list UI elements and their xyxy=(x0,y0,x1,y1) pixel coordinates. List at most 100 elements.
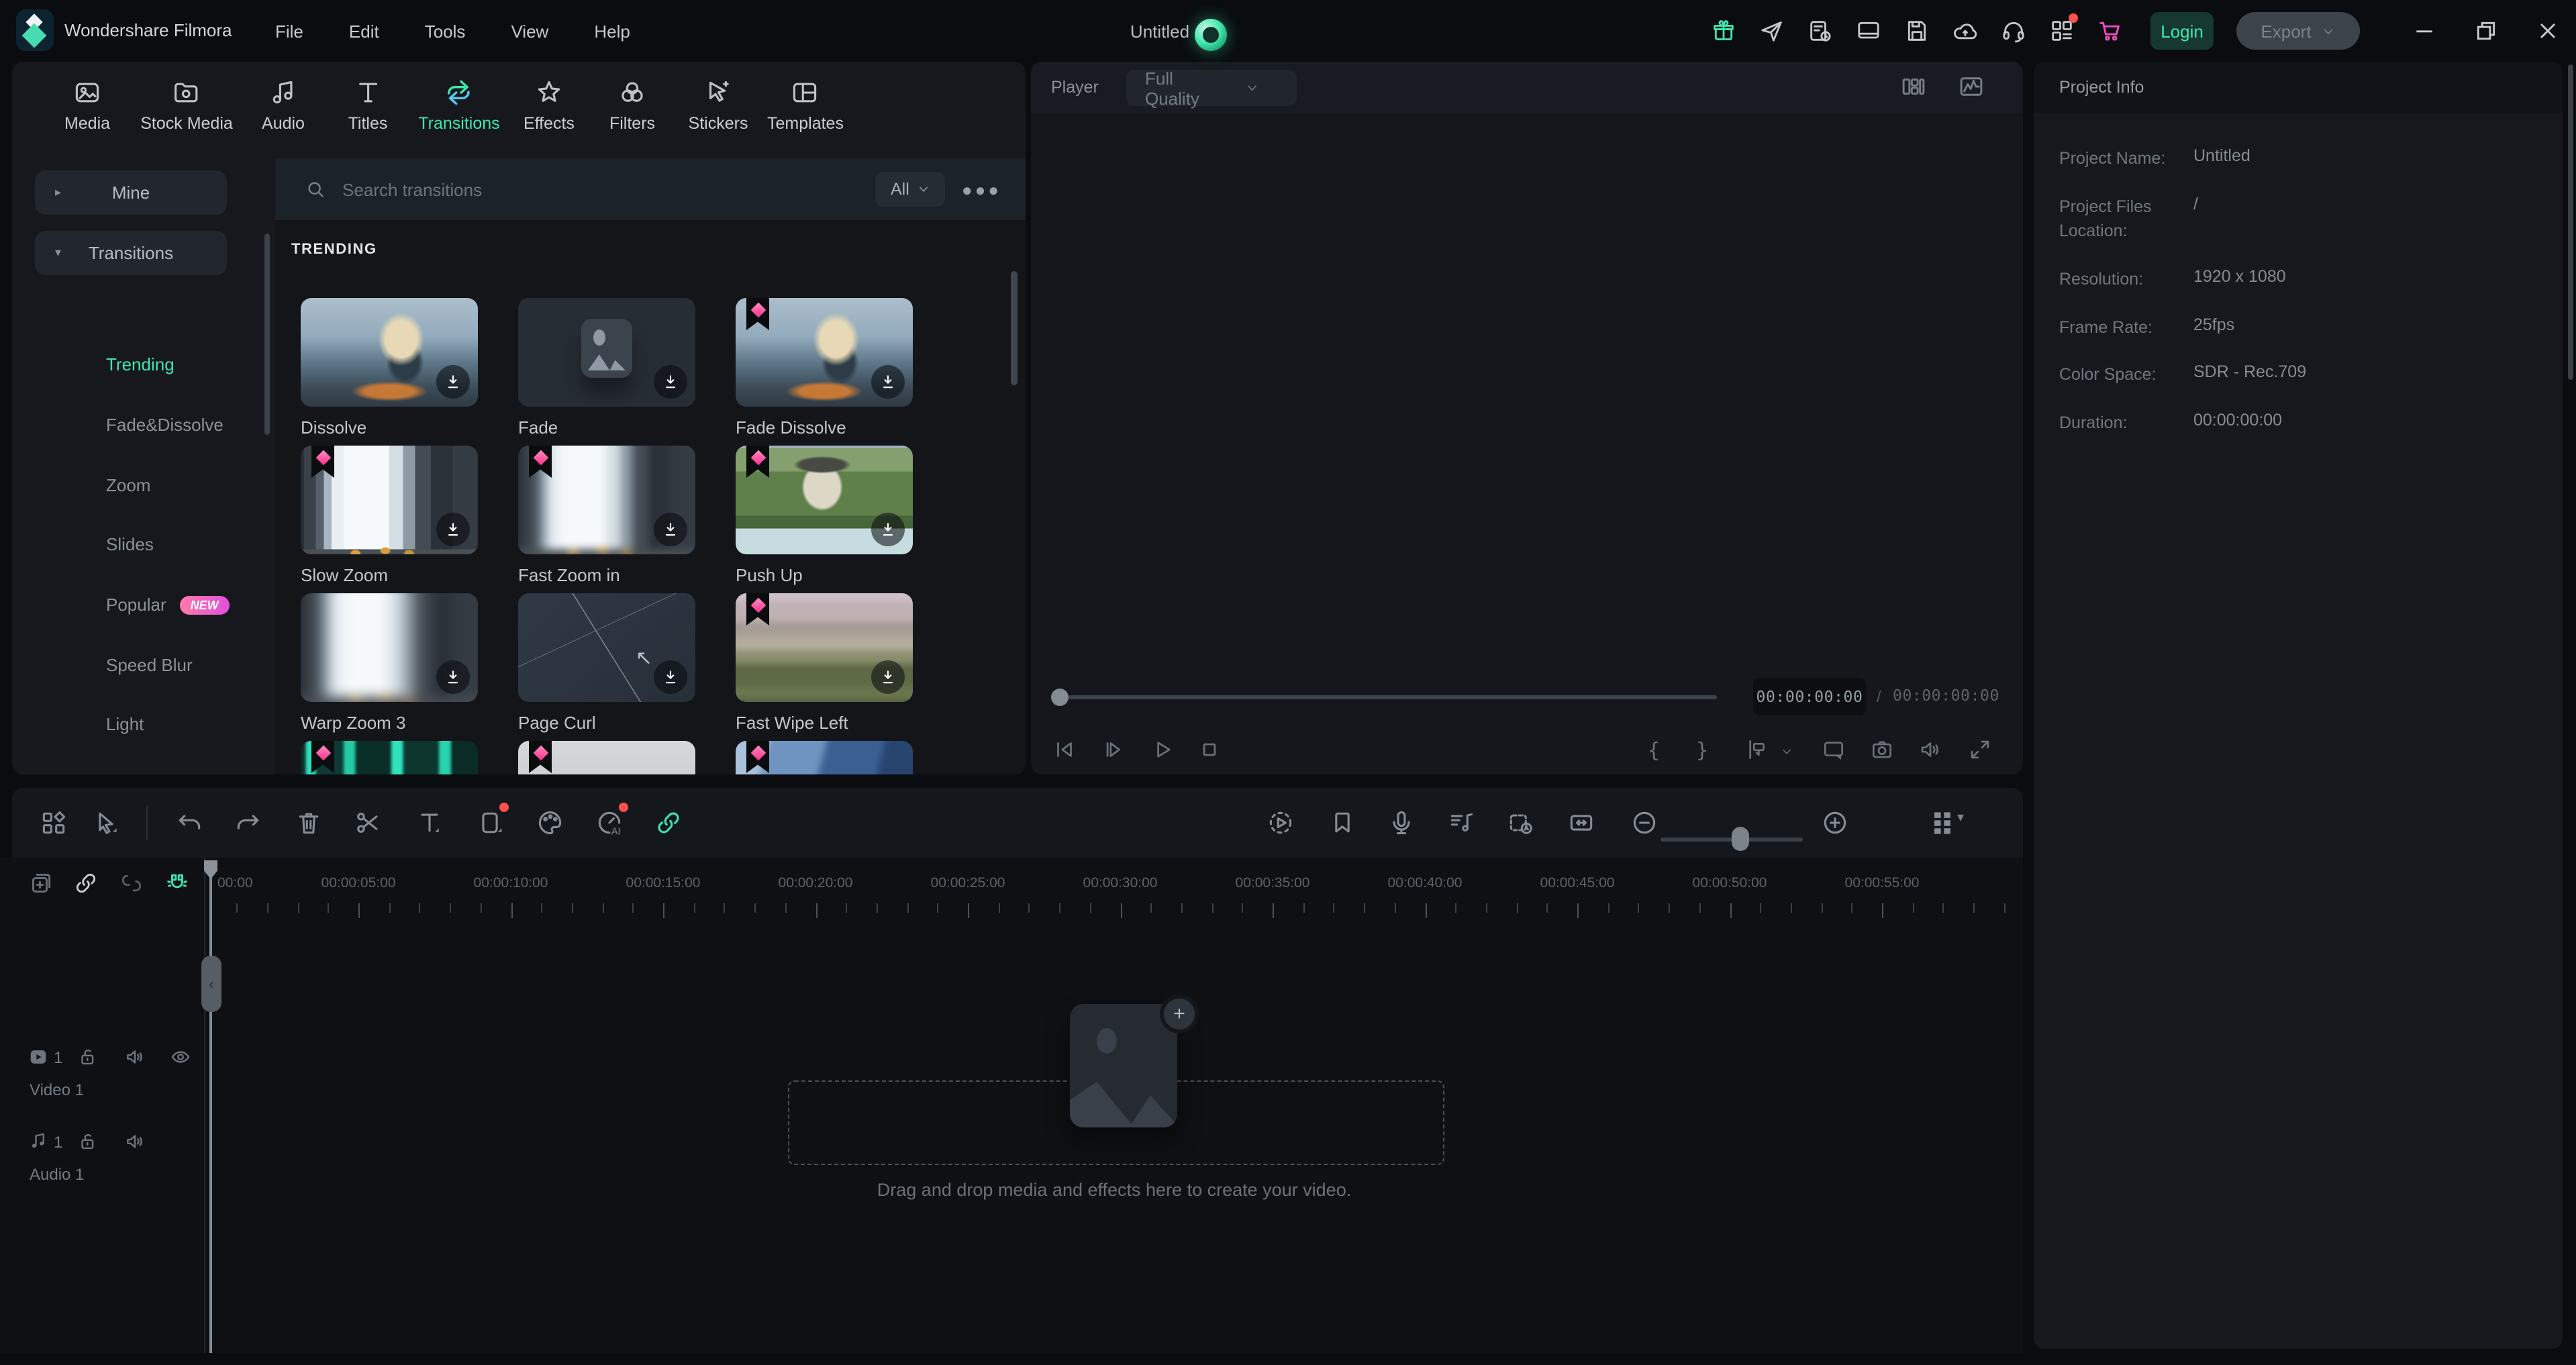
tab-media[interactable]: Media xyxy=(64,78,110,133)
add-media-plus-icon[interactable]: + xyxy=(1160,995,1199,1033)
transition-card-partial-2[interactable] xyxy=(736,741,913,774)
download-icon[interactable] xyxy=(436,660,470,694)
preview-render-icon[interactable] xyxy=(1266,808,1295,838)
unlink-clips-icon[interactable] xyxy=(118,870,145,897)
stop-icon[interactable] xyxy=(1197,737,1222,762)
download-icon[interactable] xyxy=(436,513,470,546)
transition-card-page-curl[interactable]: ↖ Page Curl xyxy=(518,593,695,733)
transition-thumbnail[interactable] xyxy=(736,741,913,774)
link-icon[interactable] xyxy=(654,808,683,838)
transition-card-slow-zoom[interactable]: Slow Zoom xyxy=(301,446,478,585)
download-icon[interactable] xyxy=(871,513,905,546)
transition-thumbnail[interactable] xyxy=(301,446,478,554)
login-button[interactable]: Login xyxy=(2150,12,2214,50)
download-icon[interactable] xyxy=(436,365,470,399)
transition-thumbnail[interactable] xyxy=(301,741,478,774)
transition-card-partial-0[interactable] xyxy=(301,741,478,774)
speed-clock-icon[interactable] xyxy=(1506,808,1536,838)
split-icon[interactable] xyxy=(353,808,383,838)
cart-icon[interactable] xyxy=(2097,17,2124,44)
download-icon[interactable] xyxy=(654,365,687,399)
scopes-icon[interactable] xyxy=(1957,72,1985,101)
tab-stock-media[interactable]: Stock Media xyxy=(140,78,233,133)
transition-card-partial-1[interactable] xyxy=(518,741,695,774)
restore-button[interactable] xyxy=(2473,17,2499,44)
volume-icon[interactable] xyxy=(1918,737,1943,762)
tab-effects[interactable]: Effects xyxy=(524,78,575,133)
snapshot-icon[interactable] xyxy=(1869,737,1895,762)
tab-templates[interactable]: Templates xyxy=(767,78,844,133)
support-icon[interactable] xyxy=(2000,17,2027,44)
panel-scrollbar[interactable] xyxy=(2568,64,2573,380)
send-icon[interactable] xyxy=(1758,17,1785,44)
multiview-icon[interactable] xyxy=(1899,72,1928,101)
menu-tools[interactable]: Tools xyxy=(425,21,466,41)
filter-select[interactable]: All xyxy=(875,172,946,207)
transition-thumbnail[interactable]: ↖ xyxy=(518,593,695,702)
close-button[interactable] xyxy=(2534,17,2561,44)
menu-edit[interactable]: Edit xyxy=(349,21,379,41)
sidebar-item-zoom[interactable]: Zoom xyxy=(106,475,150,495)
menu-help[interactable]: Help xyxy=(594,21,630,41)
step-forward-icon[interactable] xyxy=(1100,737,1126,762)
tab-titles[interactable]: Titles xyxy=(348,78,387,133)
playback-scrubber-track[interactable] xyxy=(1069,695,1717,699)
auto-ripple-icon[interactable] xyxy=(1567,808,1596,838)
sidebar-group-mine[interactable]: ▸ Mine xyxy=(35,170,227,215)
sidebar-item-popular[interactable]: Popular NEW xyxy=(106,595,230,615)
transition-card-fade[interactable]: Fade xyxy=(518,298,695,438)
transition-thumbnail[interactable] xyxy=(736,298,913,407)
tab-filters[interactable]: Filters xyxy=(609,78,655,133)
shapes-icon[interactable] xyxy=(39,808,68,838)
in-out-range-icon[interactable] xyxy=(1744,737,1770,762)
mute-speaker-icon[interactable] xyxy=(123,1046,146,1068)
track-manager-caret-icon[interactable]: ▾ xyxy=(1957,811,1964,825)
sidebar-group-transitions[interactable]: ▾ Transitions xyxy=(35,231,227,275)
zoom-in-icon[interactable] xyxy=(1820,808,1850,838)
transition-card-warp-zoom-3[interactable]: Warp Zoom 3 xyxy=(301,593,478,733)
track-manager-icon[interactable] xyxy=(1928,808,1957,838)
fit-screen-icon[interactable] xyxy=(1821,737,1846,762)
trash-icon[interactable] xyxy=(294,808,324,838)
lock-open-icon[interactable] xyxy=(77,1130,99,1153)
tab-stickers[interactable]: Stickers xyxy=(689,78,748,133)
zoom-out-icon[interactable] xyxy=(1630,808,1659,838)
quality-select[interactable]: Full Quality xyxy=(1126,68,1297,108)
voiceover-icon[interactable] xyxy=(1387,808,1416,838)
mark-in-icon[interactable]: { xyxy=(1647,738,1660,762)
eye-icon[interactable] xyxy=(169,1046,192,1068)
ai-portrait-icon[interactable] xyxy=(1195,19,1227,51)
transition-thumbnail[interactable] xyxy=(518,298,695,407)
more-options-icon[interactable]: ●●● xyxy=(962,179,1001,199)
mute-speaker-icon[interactable] xyxy=(123,1130,146,1153)
screen-icon[interactable] xyxy=(1855,17,1882,44)
playhead[interactable] xyxy=(209,860,212,1353)
link-clips-icon[interactable] xyxy=(72,870,99,897)
step-back-icon[interactable] xyxy=(1052,737,1077,762)
cloud-icon[interactable] xyxy=(1952,17,1979,44)
undo-icon[interactable] xyxy=(175,808,204,838)
grid-icon[interactable] xyxy=(2048,13,2078,44)
sidebar-item-fade-dissolve[interactable]: Fade&Dissolve xyxy=(106,415,224,435)
export-button[interactable]: Export xyxy=(2236,12,2360,50)
download-icon[interactable] xyxy=(654,513,687,546)
sidebar-item-trending[interactable]: Trending xyxy=(106,354,175,374)
transition-card-fast-wipe-left[interactable]: Fast Wipe Left xyxy=(736,593,913,733)
sidebar-item-slides[interactable]: Slides xyxy=(106,534,154,554)
backup-icon[interactable] xyxy=(1807,17,1834,44)
speed-ai-icon[interactable]: AI xyxy=(595,803,628,838)
select-icon[interactable] xyxy=(91,808,121,838)
fullscreen-icon[interactable] xyxy=(1967,737,1993,762)
download-icon[interactable] xyxy=(871,365,905,399)
menu-file[interactable]: File xyxy=(275,21,303,41)
transition-thumbnail[interactable] xyxy=(518,741,695,774)
playhead-handle[interactable] xyxy=(204,860,217,879)
transition-card-fade-dissolve[interactable]: Fade Dissolve xyxy=(736,298,913,438)
crop-icon[interactable] xyxy=(475,803,509,838)
marker-icon[interactable] xyxy=(1328,808,1357,838)
track-panel-handle[interactable]: ‹ xyxy=(201,956,221,1012)
chevron-down-icon[interactable] xyxy=(1780,745,1793,758)
playback-scrubber-handle[interactable] xyxy=(1051,689,1069,706)
play-icon[interactable] xyxy=(1150,737,1175,762)
transition-thumbnail[interactable] xyxy=(301,298,478,407)
